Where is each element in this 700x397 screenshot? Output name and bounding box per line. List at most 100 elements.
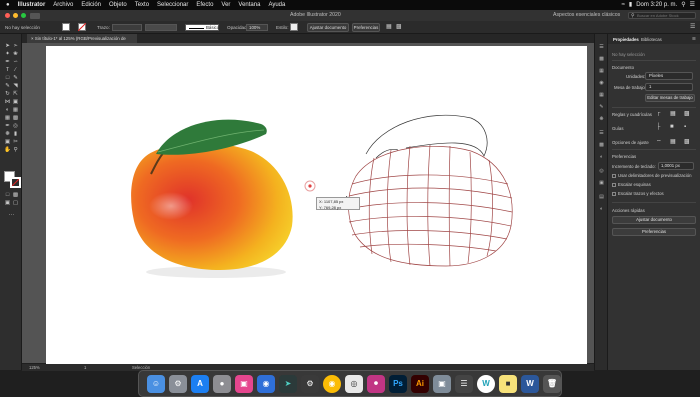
zoom-tool-icon[interactable]: ⚲ bbox=[12, 147, 19, 154]
preferences-panel-button[interactable]: Preferencias bbox=[612, 228, 696, 236]
spotlight-icon[interactable]: ⚲ bbox=[681, 0, 685, 10]
opacity-field[interactable]: 100% bbox=[246, 24, 268, 31]
direct-selection-tool-icon[interactable]: ➣ bbox=[12, 43, 19, 50]
width-tool-icon[interactable]: ⋈ bbox=[4, 99, 11, 106]
units-dropdown[interactable]: Píxeles bbox=[645, 72, 693, 80]
libraries-panel-icon[interactable]: ▦ bbox=[598, 68, 605, 74]
lasso-tool-icon[interactable]: ❀ bbox=[12, 51, 19, 58]
menu-archivo[interactable]: Archivo bbox=[49, 0, 77, 10]
screen-mode-icon[interactable]: ▢ bbox=[12, 200, 19, 207]
color-mode-icon[interactable]: □ bbox=[4, 192, 11, 199]
mesh-grid[interactable] bbox=[347, 144, 513, 267]
trash-icon[interactable]: 🗑 bbox=[543, 375, 561, 393]
snap-grid-icon[interactable]: ▦ bbox=[670, 138, 676, 145]
blender-icon[interactable]: ◎ bbox=[345, 375, 363, 393]
graphic-style-swatch[interactable] bbox=[290, 23, 298, 31]
stroke-swatch[interactable] bbox=[78, 23, 86, 31]
shaper-tool-icon[interactable]: ✎ bbox=[4, 83, 11, 90]
pen-tool-icon[interactable]: ✒ bbox=[4, 59, 11, 66]
scale-corners-option[interactable]: Escalar esquinas bbox=[612, 182, 651, 187]
paintbrush-tool-icon[interactable]: ✎ bbox=[12, 75, 19, 82]
preview-icon[interactable]: ▣ bbox=[433, 375, 451, 393]
workspace-switcher[interactable]: Aspectos esenciales clásicos bbox=[553, 10, 620, 21]
stickies-icon[interactable]: ■ bbox=[499, 375, 517, 393]
graphic-styles-panel-icon[interactable]: ▣ bbox=[598, 180, 605, 186]
perspective-grid-tool-icon[interactable]: ▦ bbox=[12, 107, 19, 114]
shape-builder-tool-icon[interactable]: ◐ bbox=[4, 107, 11, 114]
preferences-button[interactable]: Preferencias bbox=[352, 23, 380, 32]
blend-tool-icon[interactable]: ◎ bbox=[12, 123, 19, 130]
minimize-window-icon[interactable] bbox=[13, 13, 18, 18]
keyboard-increment-field[interactable]: 1,0001 px bbox=[658, 162, 694, 170]
selection-tool-icon[interactable]: ➤ bbox=[4, 43, 11, 50]
scale-tool-icon[interactable]: ⇱ bbox=[12, 91, 19, 98]
menu-ventana[interactable]: Ventana bbox=[234, 0, 264, 10]
gradient-mode-icon[interactable]: ▩ bbox=[12, 192, 19, 199]
menu-texto[interactable]: Texto bbox=[131, 0, 153, 10]
battery-icon[interactable]: ▮ bbox=[629, 0, 632, 10]
stroke-panel-icon[interactable]: ☰ bbox=[598, 130, 605, 136]
launchpad-icon[interactable]: ⚙ bbox=[169, 375, 187, 393]
stock-search-input[interactable] bbox=[637, 13, 695, 18]
preview-bounds-checkbox[interactable] bbox=[612, 173, 616, 178]
mango-leaf[interactable] bbox=[156, 119, 267, 155]
photoshop-icon[interactable]: Ps bbox=[389, 375, 407, 393]
scale-corners-checkbox[interactable] bbox=[612, 182, 616, 187]
menu-ayuda[interactable]: Ayuda bbox=[264, 0, 289, 10]
artboard-dropdown[interactable]: 1 bbox=[645, 83, 693, 91]
preview-bounds-option[interactable]: Usar delimitadores de previsualización bbox=[612, 173, 692, 178]
hand-tool-icon[interactable]: ✋ bbox=[4, 147, 11, 154]
apple-menu-icon[interactable]: ● bbox=[0, 0, 14, 10]
close-window-icon[interactable] bbox=[5, 13, 10, 18]
scale-strokes-checkbox[interactable] bbox=[612, 191, 616, 196]
curvature-tool-icon[interactable]: ∽ bbox=[12, 59, 19, 66]
smart-guides-icon[interactable]: ▪ bbox=[684, 124, 686, 130]
ruler-icon[interactable]: ┌ bbox=[656, 110, 660, 116]
transparency-panel-icon[interactable]: ◐ bbox=[598, 154, 605, 160]
gradient-panel-icon[interactable]: ▩ bbox=[598, 142, 605, 148]
menu-seleccionar[interactable]: Seleccionar bbox=[153, 0, 192, 10]
panel-menu-icon[interactable]: ☰ bbox=[690, 21, 695, 34]
snap-point-icon[interactable]: ⌔ bbox=[656, 138, 662, 146]
clock[interactable]: Dom 3:20 p. m. bbox=[636, 0, 677, 10]
browser-icon[interactable]: ◉ bbox=[257, 375, 275, 393]
transform-icon[interactable]: ▩ bbox=[396, 21, 402, 34]
line-tool-icon[interactable]: ∕ bbox=[12, 67, 19, 74]
type-tool-icon[interactable]: T bbox=[4, 67, 11, 74]
menu-efecto[interactable]: Efecto bbox=[192, 0, 217, 10]
pixel-grid-icon[interactable]: ▩ bbox=[684, 110, 690, 117]
brushes-panel-icon[interactable]: ✎ bbox=[598, 104, 605, 110]
scale-strokes-option[interactable]: Escalar trazos y efectos bbox=[612, 191, 664, 196]
column-graph-tool-icon[interactable]: ▮ bbox=[12, 131, 19, 138]
edit-artboards-button[interactable]: Editar mesas de trabajo bbox=[645, 94, 695, 102]
align-icon[interactable]: ▦ bbox=[386, 21, 392, 34]
pathfinder-panel-icon[interactable]: ◐ bbox=[598, 206, 605, 212]
eyedropper-tool-icon[interactable]: ✒ bbox=[4, 123, 11, 130]
document-setup-button[interactable]: Ajustar documento bbox=[307, 23, 349, 32]
properties-panel-icon[interactable]: ☰ bbox=[598, 44, 605, 50]
control-center-icon[interactable]: ☰ bbox=[690, 0, 695, 10]
word-icon[interactable]: W bbox=[521, 375, 539, 393]
artboard[interactable]: X: 1107,85 px Y: 769,28 px bbox=[46, 46, 587, 364]
fill-swatch[interactable] bbox=[62, 23, 70, 31]
cursor-app-icon[interactable]: ➤ bbox=[279, 375, 297, 393]
webex-icon[interactable]: W bbox=[477, 375, 495, 393]
appearance-panel-icon[interactable]: ◎ bbox=[598, 168, 605, 174]
zoom-level[interactable]: 125% bbox=[29, 364, 40, 371]
draw-normal-icon[interactable]: ▣ bbox=[4, 200, 11, 207]
guides-show-icon[interactable]: ├ bbox=[656, 124, 660, 130]
menu-objeto[interactable]: Objeto bbox=[105, 0, 131, 10]
snap-pixel-icon[interactable]: ▩ bbox=[684, 138, 690, 145]
stock-search-box[interactable]: ⚲ bbox=[628, 12, 696, 19]
color-panel-icon[interactable]: ◉ bbox=[598, 80, 605, 86]
menu-app-name[interactable]: Illustrator bbox=[14, 0, 50, 10]
gradient-tool-icon[interactable]: ▩ bbox=[12, 115, 19, 122]
utility-icon[interactable]: ⚙ bbox=[301, 375, 319, 393]
symbol-sprayer-tool-icon[interactable]: ❋ bbox=[4, 131, 11, 138]
artboard-tool-icon[interactable]: ▣ bbox=[4, 139, 11, 146]
align-panel-icon[interactable]: ▤ bbox=[598, 194, 605, 200]
notes-icon[interactable]: ☰ bbox=[455, 375, 473, 393]
guides-lock-icon[interactable]: ■ bbox=[670, 124, 674, 130]
close-tab-icon[interactable]: × bbox=[31, 36, 34, 41]
edit-toolbar-icon[interactable]: ⋯ bbox=[8, 212, 15, 219]
